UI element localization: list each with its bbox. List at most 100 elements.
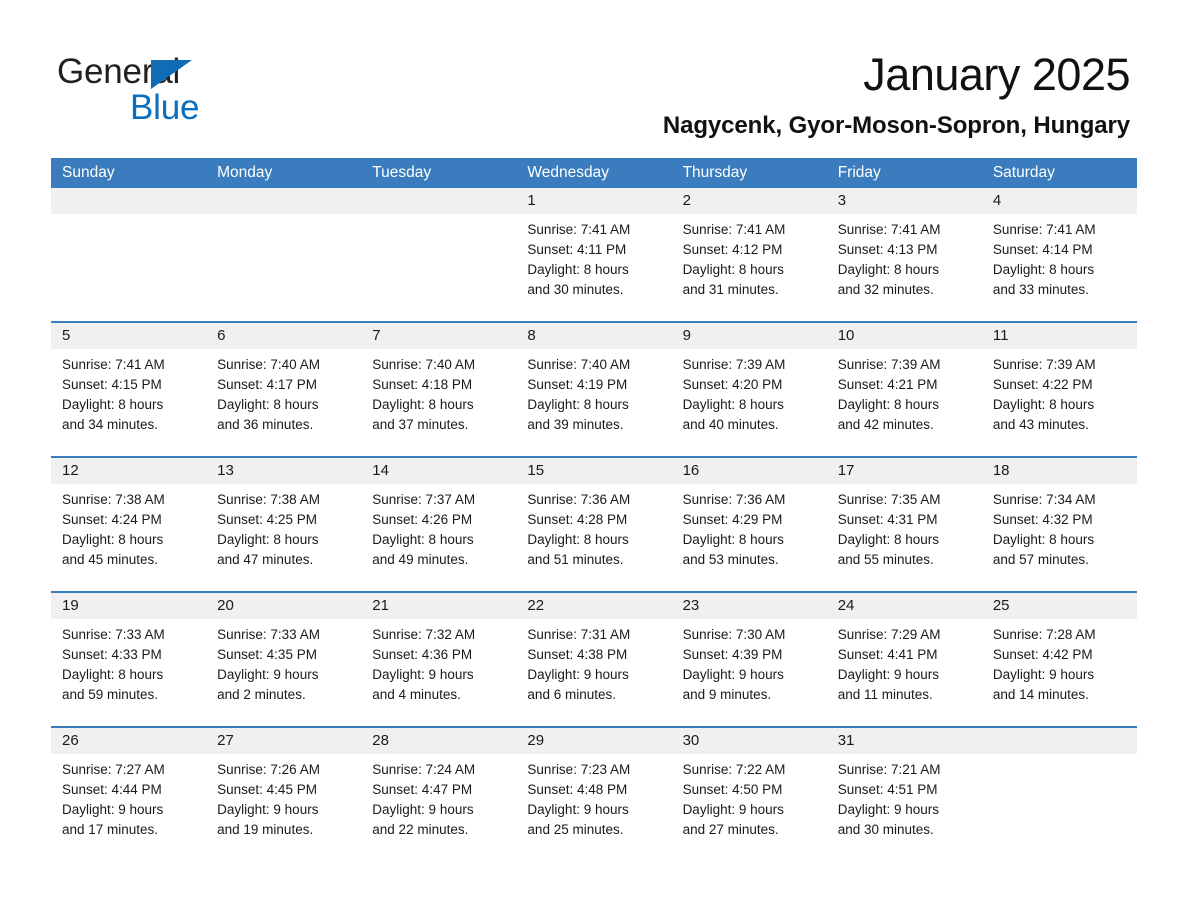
day-cell-27[interactable]: 27 Sunrise: 7:26 AM Sunset: 4:45 PM Dayligh… (206, 728, 362, 861)
day-number-band: 21 (361, 593, 517, 619)
sunset-text: Sunset: 4:45 PM (217, 782, 317, 797)
day-number: 9 (682, 327, 691, 344)
day-number-band: 12 (51, 458, 207, 484)
day-cell-11[interactable]: 11 Sunrise: 7:39 AM Sunset: 4:22 PM Dayligh… (981, 323, 1137, 456)
sunset-text: Sunset: 4:12 PM (682, 242, 783, 257)
sunset-text: Sunset: 4:31 PM (837, 512, 938, 527)
day-cell-12[interactable]: 12 Sunrise: 7:38 AM Sunset: 4:24 PM Dayligh… (51, 458, 207, 591)
sunset-text: Sunset: 4:18 PM (372, 377, 473, 392)
day-cell-16[interactable]: 16 Sunrise: 7:36 AM Sunset: 4:29 PM Dayligh… (671, 458, 827, 591)
day-number: 7 (372, 327, 381, 344)
day-number-band: 13 (206, 458, 362, 484)
daylight-text-line2: and 57 minutes. (992, 552, 1089, 567)
day-cell-21[interactable]: 21 Sunrise: 7:32 AM Sunset: 4:36 PM Dayligh… (361, 593, 517, 726)
day-number: 28 (372, 732, 389, 749)
day-info: Sunrise: 7:36 AM Sunset: 4:28 PM Daylight:… (516, 484, 671, 570)
day-number-band: 23 (671, 593, 827, 619)
daylight-text-line2: and 27 minutes. (682, 822, 779, 837)
day-cell-9[interactable]: 9 Sunrise: 7:39 AM Sunset: 4:20 PM Daylight… (671, 323, 827, 456)
calendar-week-row: 26 Sunrise: 7:27 AM Sunset: 4:44 PM Dayligh… (51, 726, 1137, 861)
sunrise-text: Sunrise: 7:38 AM (217, 492, 320, 507)
day-cell-2[interactable]: 2 Sunrise: 7:41 AM Sunset: 4:12 PM Daylight… (671, 188, 827, 321)
day-cell-22[interactable]: 22 Sunrise: 7:31 AM Sunset: 4:38 PM Dayligh… (516, 593, 672, 726)
daylight-text-line2: and 59 minutes. (62, 687, 159, 702)
daylight-text-line1: Daylight: 8 hours (527, 397, 629, 412)
daylight-text-line2: and 49 minutes. (372, 552, 469, 567)
daylight-text-line2: and 30 minutes. (527, 282, 624, 297)
day-cell-17[interactable]: 17 Sunrise: 7:35 AM Sunset: 4:31 PM Dayligh… (826, 458, 982, 591)
day-number: 27 (217, 732, 234, 749)
day-info: Sunrise: 7:34 AM Sunset: 4:32 PM Daylight:… (982, 484, 1137, 570)
day-number-band: 14 (361, 458, 517, 484)
day-info: Sunrise: 7:41 AM Sunset: 4:14 PM Daylight:… (982, 214, 1137, 300)
day-number: 3 (837, 192, 847, 209)
day-number: 29 (527, 732, 545, 749)
sunset-text: Sunset: 4:29 PM (682, 512, 783, 527)
day-number-band (206, 188, 362, 214)
sunset-text: Sunset: 4:14 PM (992, 242, 1093, 257)
day-number-band (361, 188, 517, 214)
generalblue-logo[interactable]: General Blue (57, 52, 377, 130)
day-cell-24[interactable]: 24 Sunrise: 7:29 AM Sunset: 4:41 PM Dayligh… (826, 593, 982, 726)
daylight-text-line1: Daylight: 8 hours (992, 262, 1095, 277)
daylight-text-line2: and 37 minutes. (372, 417, 469, 432)
sunrise-text: Sunrise: 7:39 AM (837, 357, 941, 372)
day-info: Sunrise: 7:41 AM Sunset: 4:11 PM Daylight:… (516, 214, 671, 300)
daylight-text-line1: Daylight: 9 hours (837, 667, 940, 682)
daylight-text-line2: and 6 minutes. (527, 687, 616, 702)
sunset-text: Sunset: 4:51 PM (837, 782, 938, 797)
day-cell-15[interactable]: 15 Sunrise: 7:36 AM Sunset: 4:28 PM Dayligh… (516, 458, 672, 591)
daylight-text-line1: Daylight: 9 hours (372, 802, 474, 817)
daylight-text-line1: Daylight: 8 hours (62, 397, 164, 412)
sunset-text: Sunset: 4:17 PM (217, 377, 317, 392)
day-cell-30[interactable]: 30 Sunrise: 7:22 AM Sunset: 4:50 PM Dayligh… (671, 728, 827, 861)
day-cell-4[interactable]: 4 Sunrise: 7:41 AM Sunset: 4:14 PM Daylight… (981, 188, 1137, 321)
day-cell-28[interactable]: 28 Sunrise: 7:24 AM Sunset: 4:47 PM Dayligh… (361, 728, 517, 861)
day-of-week-header-row: Sunday Monday Tuesday Wednesday Thursday Frid… (51, 158, 1137, 188)
day-info: Sunrise: 7:40 AM Sunset: 4:17 PM Daylight:… (206, 349, 361, 435)
day-info: Sunrise: 7:32 AM Sunset: 4:36 PM Daylight:… (361, 619, 516, 705)
day-cell-3[interactable]: 3 Sunrise: 7:41 AM Sunset: 4:13 PM Daylight… (826, 188, 982, 321)
daylight-text-line2: and 51 minutes. (527, 552, 624, 567)
day-cell-23[interactable]: 23 Sunrise: 7:30 AM Sunset: 4:39 PM Dayligh… (671, 593, 827, 726)
daylight-text-line2: and 53 minutes. (682, 552, 779, 567)
day-cell-7[interactable]: 7 Sunrise: 7:40 AM Sunset: 4:18 PM Daylight… (361, 323, 517, 456)
day-cell-13[interactable]: 13 Sunrise: 7:38 AM Sunset: 4:25 PM Dayligh… (206, 458, 362, 591)
daylight-text-line1: Daylight: 8 hours (527, 262, 629, 277)
day-cell-8[interactable]: 8 Sunrise: 7:40 AM Sunset: 4:19 PM Daylight… (516, 323, 672, 456)
day-cell-10[interactable]: 10 Sunrise: 7:39 AM Sunset: 4:21 PM Dayligh… (826, 323, 982, 456)
day-number: 19 (62, 597, 79, 614)
day-cell-6[interactable]: 6 Sunrise: 7:40 AM Sunset: 4:17 PM Daylight… (206, 323, 362, 456)
daylight-text-line2: and 45 minutes. (62, 552, 159, 567)
month-title: January 2025 (863, 49, 1130, 100)
day-cell-31[interactable]: 31 Sunrise: 7:21 AM Sunset: 4:51 PM Dayligh… (826, 728, 982, 861)
day-cell-14[interactable]: 14 Sunrise: 7:37 AM Sunset: 4:26 PM Dayligh… (361, 458, 517, 591)
sunrise-text: Sunrise: 7:31 AM (527, 627, 631, 642)
daylight-text-line1: Daylight: 8 hours (217, 397, 319, 412)
day-number-band: 18 (981, 458, 1137, 484)
sunset-text: Sunset: 4:25 PM (217, 512, 317, 527)
day-cell-20[interactable]: 20 Sunrise: 7:33 AM Sunset: 4:35 PM Dayligh… (206, 593, 362, 726)
day-number: 2 (682, 192, 691, 209)
day-number: 26 (62, 732, 79, 749)
sunrise-text: Sunrise: 7:22 AM (682, 762, 786, 777)
daylight-text-line1: Daylight: 8 hours (682, 262, 784, 277)
day-cell-25[interactable]: 25 Sunrise: 7:28 AM Sunset: 4:42 PM Dayligh… (981, 593, 1137, 726)
day-info: Sunrise: 7:29 AM Sunset: 4:41 PM Daylight:… (827, 619, 982, 705)
day-cell-5[interactable]: 5 Sunrise: 7:41 AM Sunset: 4:15 PM Daylight… (51, 323, 207, 456)
day-cell-26[interactable]: 26 Sunrise: 7:27 AM Sunset: 4:44 PM Dayligh… (51, 728, 207, 861)
day-cell-29[interactable]: 29 Sunrise: 7:23 AM Sunset: 4:48 PM Dayligh… (516, 728, 672, 861)
day-cell-18[interactable]: 18 Sunrise: 7:34 AM Sunset: 4:32 PM Dayligh… (981, 458, 1137, 591)
day-number: 17 (837, 462, 855, 479)
day-number-band: 9 (671, 323, 827, 349)
sunrise-text: Sunrise: 7:24 AM (372, 762, 476, 777)
sunset-text: Sunset: 4:22 PM (992, 377, 1093, 392)
day-number-band: 17 (826, 458, 982, 484)
day-cell-empty (51, 188, 207, 321)
sunset-text: Sunset: 4:28 PM (527, 512, 628, 527)
day-cell-19[interactable]: 19 Sunrise: 7:33 AM Sunset: 4:33 PM Dayligh… (51, 593, 207, 726)
day-info: Sunrise: 7:33 AM Sunset: 4:33 PM Daylight:… (51, 619, 206, 705)
day-number: 30 (682, 732, 700, 749)
sunset-text: Sunset: 4:35 PM (217, 647, 317, 662)
day-cell-1[interactable]: 1 Sunrise: 7:41 AM Sunset: 4:11 PM Daylight… (516, 188, 672, 321)
